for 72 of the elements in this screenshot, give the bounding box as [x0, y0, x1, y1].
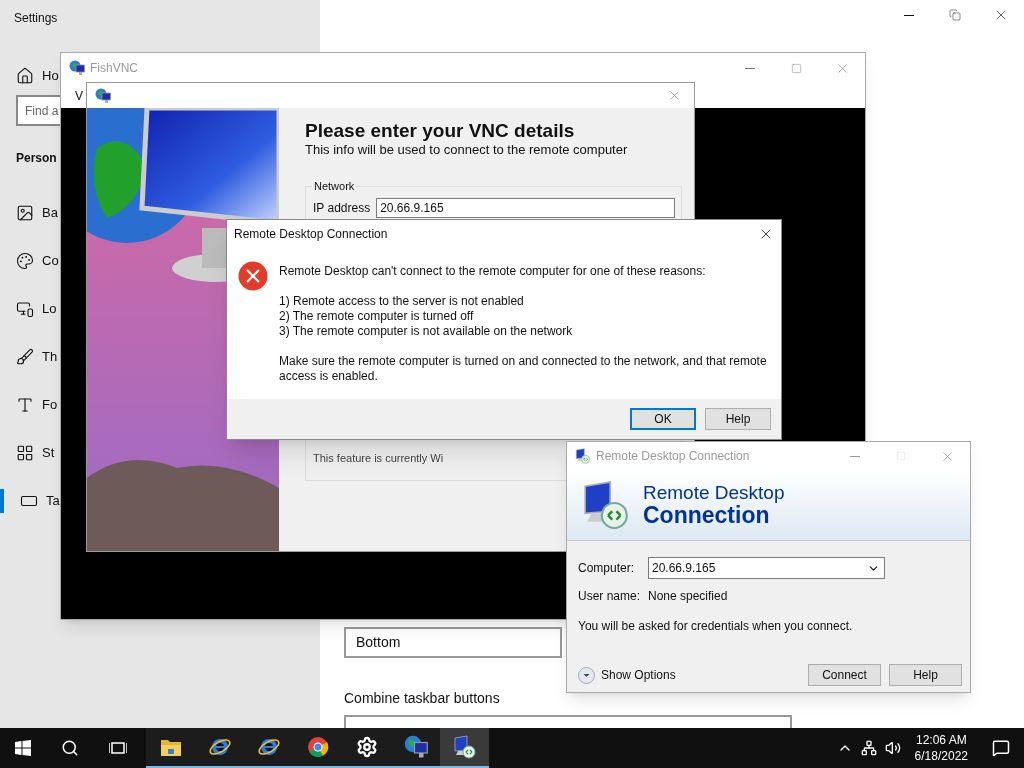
ip-address-field[interactable]: 20.66.9.165	[376, 198, 675, 218]
background-icon	[16, 204, 34, 222]
app-icon	[69, 60, 85, 76]
settings-icon	[355, 736, 378, 758]
sidebar-item[interactable]: Fo	[0, 393, 58, 417]
fonts-icon	[16, 396, 34, 414]
maximize-icon	[790, 62, 802, 74]
setting-label: Combine taskbar buttons	[344, 688, 500, 708]
error-icon	[238, 261, 268, 291]
dialog-heading: Please enter your VNC details	[305, 120, 576, 142]
advice-text: Make sure the remote computer is turned on and connected to the network, and that remote access is enabled.	[279, 354, 768, 384]
banner-title: Connection	[643, 503, 770, 528]
menu-item[interactable]: V	[75, 86, 83, 105]
app-icon	[95, 87, 111, 104]
folder-icon	[159, 737, 182, 757]
dialog-title: Remote Desktop Connection	[234, 226, 388, 243]
windows-logo-icon	[15, 740, 31, 756]
computer-combobox[interactable]: 20.66.9.165	[648, 557, 885, 579]
start-icon	[16, 444, 34, 462]
maximize-icon	[896, 451, 906, 461]
clock-button[interactable]: 12:06 AM 6/18/2022	[904, 732, 978, 764]
location-dropdown[interactable]: Bottom	[344, 627, 562, 658]
username-value: None specified	[648, 588, 728, 605]
sidebar-item[interactable]: Ho	[16, 64, 59, 88]
field-label: User name:	[578, 588, 642, 605]
minimize-icon	[745, 67, 755, 69]
taskbar-app-button[interactable]	[391, 728, 440, 768]
show-options-button[interactable]: Show Options	[578, 666, 676, 684]
reason-text: 2) The remote computer is turned off	[279, 309, 475, 324]
taskbar-app-button[interactable]	[146, 728, 195, 768]
globe-monitor-icon	[403, 735, 428, 759]
taskbar-app-button[interactable]	[440, 728, 489, 768]
sidebar-item[interactable]: Co	[0, 249, 59, 273]
task-view-icon	[109, 740, 127, 756]
field-label: Computer:	[578, 560, 636, 577]
dialog-button[interactable]: Help	[705, 408, 771, 430]
minimize-icon	[850, 455, 860, 457]
dialog-button[interactable]: Connect	[808, 664, 881, 686]
reason-text: 1) Remote access to the server is not enabled	[279, 294, 525, 309]
group-label: Network	[312, 179, 357, 193]
window-title: Settings	[14, 10, 58, 27]
notification-icon[interactable]	[992, 739, 1010, 757]
restore-icon	[949, 9, 961, 22]
dialog-button[interactable]: Help	[889, 664, 962, 686]
window-title: FishVNC	[90, 60, 138, 77]
monitor-icon	[575, 448, 591, 464]
sidebar-item[interactable]: Th	[0, 345, 58, 369]
reason-text: 3) The remote computer is not available on the network	[279, 324, 574, 339]
volume-icon[interactable]	[884, 740, 901, 756]
hint-text: You will be asked for credentials when you connect.	[578, 618, 853, 635]
error-message: Remote Desktop can't connect to the remote computer for one of these reasons:	[279, 264, 707, 279]
home-icon	[16, 67, 34, 85]
section-heading: Person	[16, 150, 57, 167]
colors-icon	[16, 252, 34, 270]
search-icon	[61, 739, 79, 757]
window-title: Remote Desktop Connection	[596, 448, 750, 465]
chrome-icon	[306, 736, 329, 758]
field-label: IP address	[313, 200, 371, 217]
lock-icon	[16, 300, 34, 318]
sidebar-item[interactable]: Lo	[0, 297, 57, 321]
monitor-icon	[452, 735, 477, 759]
dialog-subheading: This info will be used to connect to the remote computer	[305, 142, 629, 158]
banner-title: Remote Desktop	[643, 482, 785, 503]
note-text: This feature is currently Wi	[313, 450, 444, 466]
minimize-icon	[904, 14, 914, 16]
monitor-icon	[581, 480, 631, 530]
sidebar-item[interactable]: Ba	[0, 201, 58, 225]
network-icon[interactable]	[860, 740, 877, 756]
dialog-button[interactable]: OK	[630, 408, 696, 430]
themes-icon	[16, 348, 34, 366]
expand-icon	[578, 666, 595, 684]
sidebar-item[interactable]: St	[0, 441, 55, 465]
